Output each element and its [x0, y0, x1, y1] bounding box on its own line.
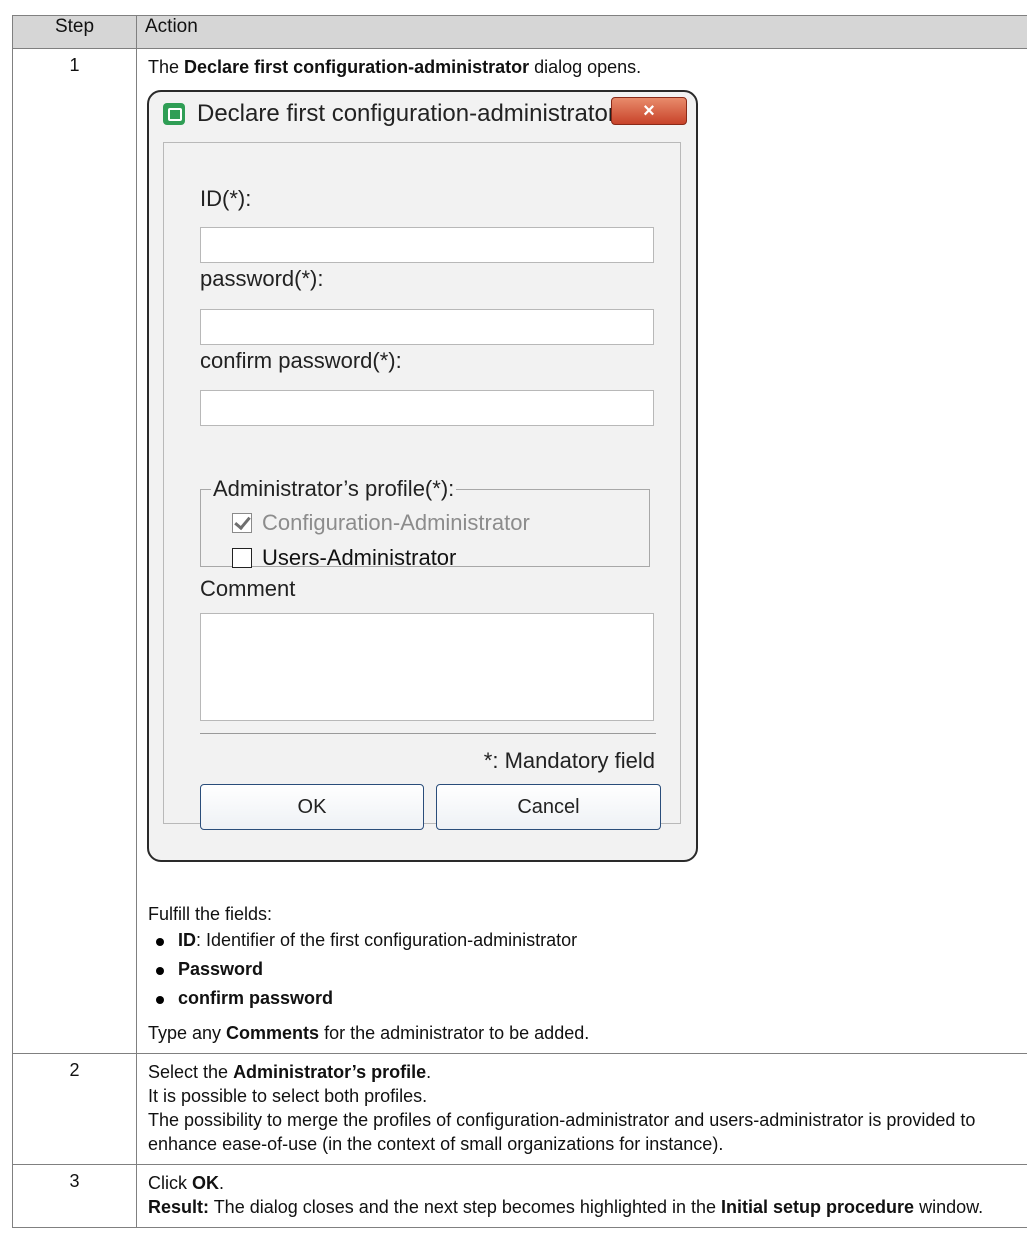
merge-profiles-text: The possibility to merge the profiles of… — [148, 1110, 976, 1154]
close-button[interactable]: × — [611, 97, 687, 125]
field-list: ID: Identifier of the first configuratio… — [148, 926, 1027, 1013]
table-row: 2 Select the Administrator’s profile. It… — [12, 1053, 1027, 1165]
config-admin-option[interactable]: Configuration-Administrator — [232, 511, 530, 535]
password-field[interactable] — [200, 309, 654, 345]
table-header-row: Step Action — [12, 15, 1027, 49]
fulfill-text: Fulfill the fields: — [148, 904, 273, 924]
result-text: Result: The dialog closes and the next s… — [148, 1197, 984, 1217]
comment-field[interactable] — [200, 613, 654, 721]
users-admin-checkbox[interactable] — [232, 548, 252, 568]
cancel-button[interactable]: Cancel — [436, 784, 661, 830]
confirm-password-field[interactable] — [200, 390, 654, 426]
id-field[interactable] — [200, 227, 654, 263]
users-admin-label: Users-Administrator — [262, 545, 457, 570]
action-cell: Click OK. Result: The dialog closes and … — [136, 1164, 1027, 1228]
step-number: 2 — [12, 1053, 137, 1165]
users-admin-option[interactable]: Users-Administrator — [232, 546, 456, 570]
header-step: Step — [12, 15, 137, 49]
dialog-title: Declare first configuration-administrato… — [197, 100, 616, 127]
ok-button[interactable]: OK — [200, 784, 424, 830]
comments-text: Type any Comments for the administrator … — [148, 1023, 590, 1043]
step-number: 1 — [12, 48, 137, 1054]
dialog-intro: The Declare first configuration-administ… — [148, 57, 642, 77]
dialog-title-bar: Declare first configuration-administrato… — [163, 102, 616, 126]
select-profile-text: Select the Administrator’s profile. — [148, 1062, 432, 1082]
list-item: ID: Identifier of the first configuratio… — [148, 926, 1027, 955]
confirm-password-label: confirm password(*): — [200, 348, 402, 373]
action-cell: The Declare first configuration-administ… — [136, 48, 1027, 1054]
click-ok-text: Click OK. — [148, 1173, 225, 1193]
profile-legend: Administrator’s profile(*): — [213, 476, 455, 501]
header-action: Action — [136, 15, 1027, 49]
declare-admin-dialog: Declare first configuration-administrato… — [147, 90, 698, 862]
dialog-body: ID(*): password(*): confirm password(*):… — [163, 142, 681, 830]
comment-label: Comment — [200, 576, 296, 601]
table-row: 1 The Declare first configuration-admini… — [12, 48, 1027, 1054]
action-cell: Select the Administrator’s profile. It i… — [136, 1053, 1027, 1165]
list-item: confirm password — [148, 984, 1027, 1013]
both-profiles-text: It is possible to select both profiles. — [148, 1086, 428, 1106]
table-row: 3 Click OK. Result: The dialog closes an… — [12, 1164, 1027, 1228]
mandatory-note: *: Mandatory field — [483, 748, 655, 773]
config-admin-checkbox[interactable] — [232, 513, 252, 533]
dialog-name: Declare first configuration-administrato… — [184, 57, 530, 77]
list-item: Password — [148, 955, 1027, 984]
step-number: 3 — [12, 1164, 137, 1228]
password-label: password(*): — [200, 266, 324, 291]
dialog-divider — [200, 733, 656, 734]
procedure-table: Step Action 1 The Declare first configur… — [12, 15, 1027, 1228]
app-icon — [163, 103, 185, 125]
id-label: ID(*): — [200, 186, 252, 211]
config-admin-label: Configuration-Administrator — [262, 510, 530, 535]
